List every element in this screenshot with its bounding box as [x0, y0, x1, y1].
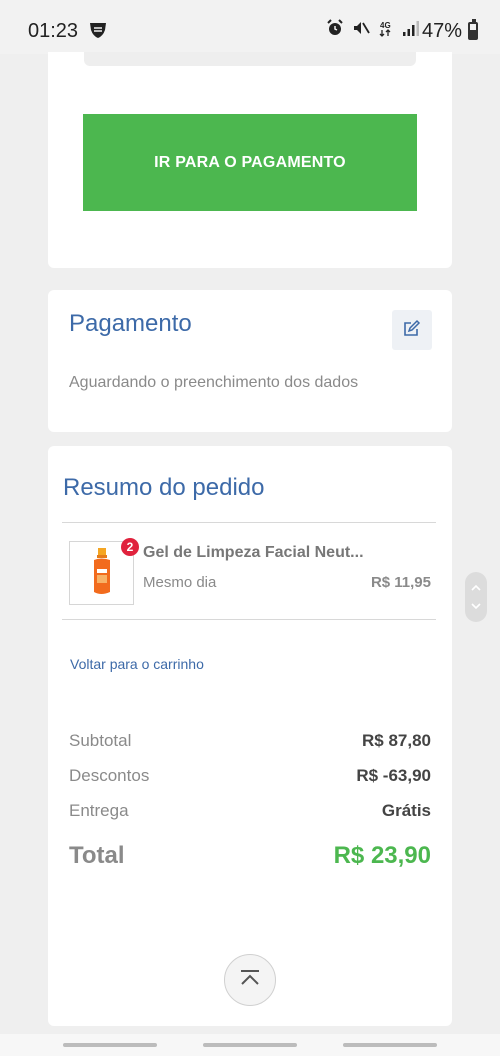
status-bar: 01:23 4G 47%	[0, 0, 500, 54]
battery-percent: 47%	[421, 20, 462, 42]
divider	[62, 522, 436, 523]
scrollbar-handle[interactable]	[465, 572, 487, 622]
battery-icon	[468, 19, 478, 40]
quantity-badge: 2	[121, 538, 139, 556]
system-nav-bar	[0, 1034, 500, 1056]
alarm-icon	[326, 19, 344, 42]
chevron-up-icon	[238, 968, 262, 993]
network-4g-icon: 4G	[378, 19, 394, 42]
status-icons: 4G	[326, 19, 420, 42]
divider	[62, 619, 436, 620]
discounts-label: Descontos	[69, 766, 150, 785]
nav-back-button[interactable]	[343, 1043, 437, 1047]
input-strip	[84, 52, 416, 66]
scroll-to-top-button[interactable]	[224, 954, 276, 1006]
shipping-value: Grátis	[381, 801, 431, 820]
summary-title: Resumo do pedido	[63, 474, 265, 501]
payment-status: Aguardando o preenchimento dos dados	[69, 374, 359, 391]
product-delivery: Mesmo dia	[143, 574, 217, 591]
checkout-card: IR PARA O PAGAMENTO	[48, 52, 452, 268]
total-value: R$ 23,90	[333, 842, 431, 869]
edit-payment-button[interactable]	[392, 310, 432, 350]
chevron-up-down-icon	[471, 584, 481, 610]
product-name[interactable]: Gel de Limpeza Facial Neut...	[143, 544, 364, 562]
svg-text:4G: 4G	[380, 21, 391, 30]
subtotal-label: Subtotal	[69, 731, 132, 750]
shipping-label: Entrega	[69, 801, 129, 820]
discounts-value: R$ -63,90	[356, 766, 431, 785]
payment-title: Pagamento	[69, 310, 192, 337]
go-to-payment-button[interactable]: IR PARA O PAGAMENTO	[83, 114, 417, 211]
subtotal-value: R$ 87,80	[362, 731, 431, 750]
nav-recent-button[interactable]	[63, 1043, 157, 1047]
nav-home-button[interactable]	[203, 1043, 297, 1047]
back-to-cart-link[interactable]: Voltar para o carrinho	[70, 656, 204, 672]
order-summary-card: Resumo do pedido 2 Gel de Limpeza Facial…	[48, 446, 452, 1026]
product-price: R$ 11,95	[370, 574, 431, 591]
edit-icon	[403, 319, 421, 342]
status-time: 01:23	[28, 20, 79, 42]
signal-icon	[402, 19, 420, 42]
total-label: Total	[69, 842, 125, 869]
mute-icon	[352, 19, 370, 42]
payment-card: Pagamento Aguardando o preenchimento dos…	[48, 290, 452, 432]
shield-icon	[88, 20, 108, 45]
